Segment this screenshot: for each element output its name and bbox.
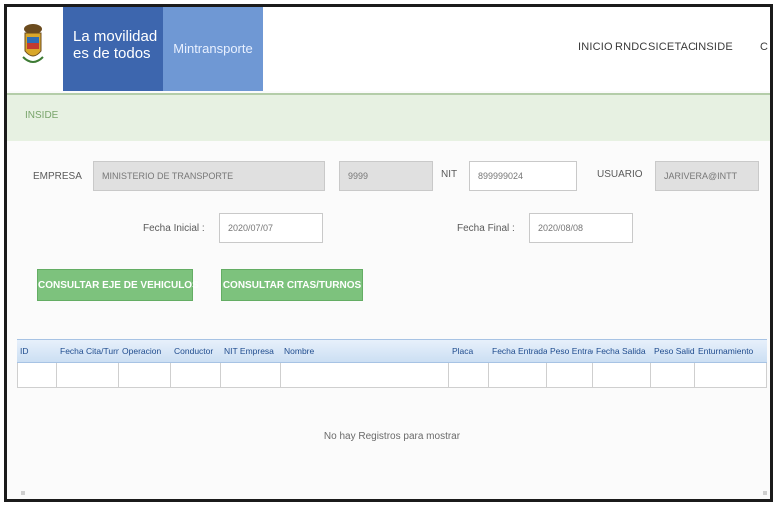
column-header-operacion[interactable]: Operacion xyxy=(119,340,171,362)
table-cell xyxy=(119,363,171,387)
consultar-vehiculos-button[interactable]: CONSULTAR EJE DE VEHICULOS xyxy=(37,269,199,301)
column-header-enturnamiento[interactable]: Enturnamiento xyxy=(695,340,767,362)
app-window: La movilidad es de todos Mintransporte I… xyxy=(4,4,773,502)
usuario-label: USUARIO xyxy=(597,169,643,180)
site-header: La movilidad es de todos Mintransporte I… xyxy=(7,7,770,91)
nit-field[interactable]: 899999024 xyxy=(469,161,577,191)
brand-line-1: La movilidad xyxy=(73,28,158,45)
fecha-inicial-input[interactable]: 2020/07/07 xyxy=(219,213,323,243)
nav-item-inicio[interactable]: INICIO xyxy=(578,41,613,53)
empresa-label: EMPRESA xyxy=(33,171,82,182)
brand-line-2: es de todos xyxy=(73,45,151,62)
empresa-field[interactable]: MINISTERIO DE TRANSPORTE xyxy=(93,161,325,191)
nit-label: NIT xyxy=(441,169,458,180)
brand-logo[interactable]: La movilidad es de todos xyxy=(63,7,163,91)
column-header-nombre[interactable]: Nombre xyxy=(281,340,449,362)
consultar-turnos-button[interactable]: CONSULTAR CITAS/TURNOS xyxy=(221,269,363,301)
ministry-logo[interactable]: Mintransporte xyxy=(163,7,263,91)
breadcrumb: INSIDE xyxy=(7,93,770,141)
breadcrumb-item-inside[interactable]: INSIDE xyxy=(25,110,58,121)
column-header-fecha-entrada[interactable]: Fecha Entrada xyxy=(489,340,547,362)
table-cell xyxy=(651,363,695,387)
table-cell xyxy=(57,363,119,387)
column-header-peso-salida[interactable]: Peso Salida xyxy=(651,340,695,362)
column-header-fecha-cita[interactable]: Fecha Cita/Turno xyxy=(57,340,119,362)
empresa-code-field[interactable]: 9999 xyxy=(339,161,433,191)
table-cell xyxy=(17,363,57,387)
table-cell xyxy=(449,363,489,387)
nav-item-inside[interactable]: INSIDE xyxy=(695,41,733,53)
column-header-conductor[interactable]: Conductor xyxy=(171,340,221,362)
column-header-placa[interactable]: Placa xyxy=(449,340,489,362)
nav-item-rndc[interactable]: RNDC xyxy=(615,41,648,53)
column-header-fecha-salida[interactable]: Fecha Salida xyxy=(593,340,651,362)
column-header-nit-empresa[interactable]: NIT Empresa xyxy=(221,340,281,362)
table-cell xyxy=(695,363,767,387)
usuario-field[interactable]: JARIVERA@INTT xyxy=(655,161,759,191)
fecha-final-label: Fecha Final : xyxy=(457,223,515,234)
table-cell xyxy=(593,363,651,387)
table-row xyxy=(17,363,767,388)
coat-of-arms-icon xyxy=(21,21,45,67)
table-cell xyxy=(547,363,593,387)
fecha-final-input[interactable]: 2020/08/08 xyxy=(529,213,633,243)
nav-item-c[interactable]: C xyxy=(760,41,768,53)
fecha-inicial-label: Fecha Inicial : xyxy=(143,223,205,234)
nav-item-sicetac[interactable]: SICETAC xyxy=(648,41,696,53)
table-cell xyxy=(489,363,547,387)
empty-table-message: No hay Registros para mostrar xyxy=(323,431,461,442)
column-header-peso-entrada[interactable]: Peso Entrada xyxy=(547,340,593,362)
scroll-right-arrow-icon[interactable] xyxy=(763,491,767,495)
table-cell xyxy=(171,363,221,387)
table-header: ID Fecha Cita/Turno Operacion Conductor … xyxy=(17,339,767,363)
table-cell xyxy=(281,363,449,387)
column-header-id[interactable]: ID xyxy=(17,340,57,362)
scroll-left-arrow-icon[interactable] xyxy=(21,491,25,495)
table-cell xyxy=(221,363,281,387)
